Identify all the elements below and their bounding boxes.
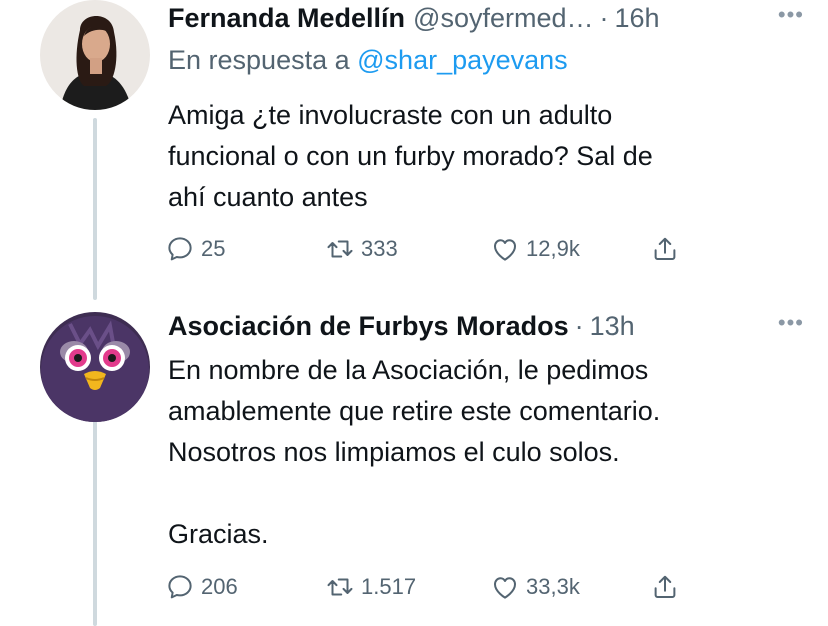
heart-icon [494, 239, 516, 261]
tweet-header: Fernanda Medellín @soyfermed… · 16h [168, 0, 808, 36]
reply-bubble-icon [168, 237, 192, 261]
retweet-icon [327, 240, 353, 258]
reply-button[interactable]: 25 [165, 234, 225, 264]
reply-context: En respuesta a @shar_payevans [168, 45, 568, 76]
avatar-photo [40, 0, 150, 110]
like-count: 12,9k [526, 236, 580, 261]
retweet-button[interactable]: 1.517 [325, 572, 416, 602]
retweet-count: 1.517 [361, 574, 417, 599]
author-name[interactable]: Fernanda Medellín [168, 3, 405, 34]
tweet-actions: 25 333 12,9k [165, 232, 725, 266]
tweet-time[interactable]: 13h [590, 311, 635, 342]
reply-count: 25 [201, 236, 226, 261]
share-icon [654, 575, 676, 598]
more-dots-icon[interactable]: ••• [778, 310, 804, 336]
reply-handle-link[interactable]: @shar_payevans [357, 45, 568, 75]
thread-line [93, 400, 97, 626]
author-name[interactable]: Asociación de Furbys Morados [168, 311, 569, 342]
furby-avatar-image [40, 312, 150, 422]
tweet-text: Amiga ¿te involucraste con un adulto fun… [168, 100, 653, 212]
time-separator: · [574, 310, 584, 341]
share-button[interactable] [650, 572, 680, 602]
author-handle[interactable]: @soyfermed… [413, 3, 593, 34]
like-button[interactable]: 12,9k [490, 234, 580, 264]
thread-line [93, 118, 97, 300]
heart-icon [494, 577, 516, 599]
reply-count: 206 [201, 574, 238, 599]
more-dots-icon[interactable]: ••• [778, 2, 804, 28]
retweet-button[interactable]: 333 [325, 234, 398, 264]
share-icon [654, 237, 676, 260]
share-button[interactable] [650, 234, 680, 264]
reply-bubble-icon [168, 575, 192, 599]
retweet-icon [327, 578, 353, 596]
avatar[interactable] [40, 312, 150, 422]
time-separator: · [599, 2, 609, 33]
tweet-actions: 206 1.517 33,3k [165, 570, 725, 604]
tweet-text: En nombre de la Asociación, le pedimos a… [168, 355, 661, 549]
reply-button[interactable]: 206 [165, 572, 238, 602]
reply-prefix: En respuesta a [168, 45, 350, 75]
tweet-header: Asociación de Furbys Morados · 13h [168, 308, 808, 344]
retweet-count: 333 [361, 236, 398, 261]
like-button[interactable]: 33,3k [490, 572, 580, 602]
tweet-time[interactable]: 16h [615, 3, 660, 34]
avatar[interactable] [40, 0, 150, 110]
like-count: 33,3k [526, 574, 580, 599]
